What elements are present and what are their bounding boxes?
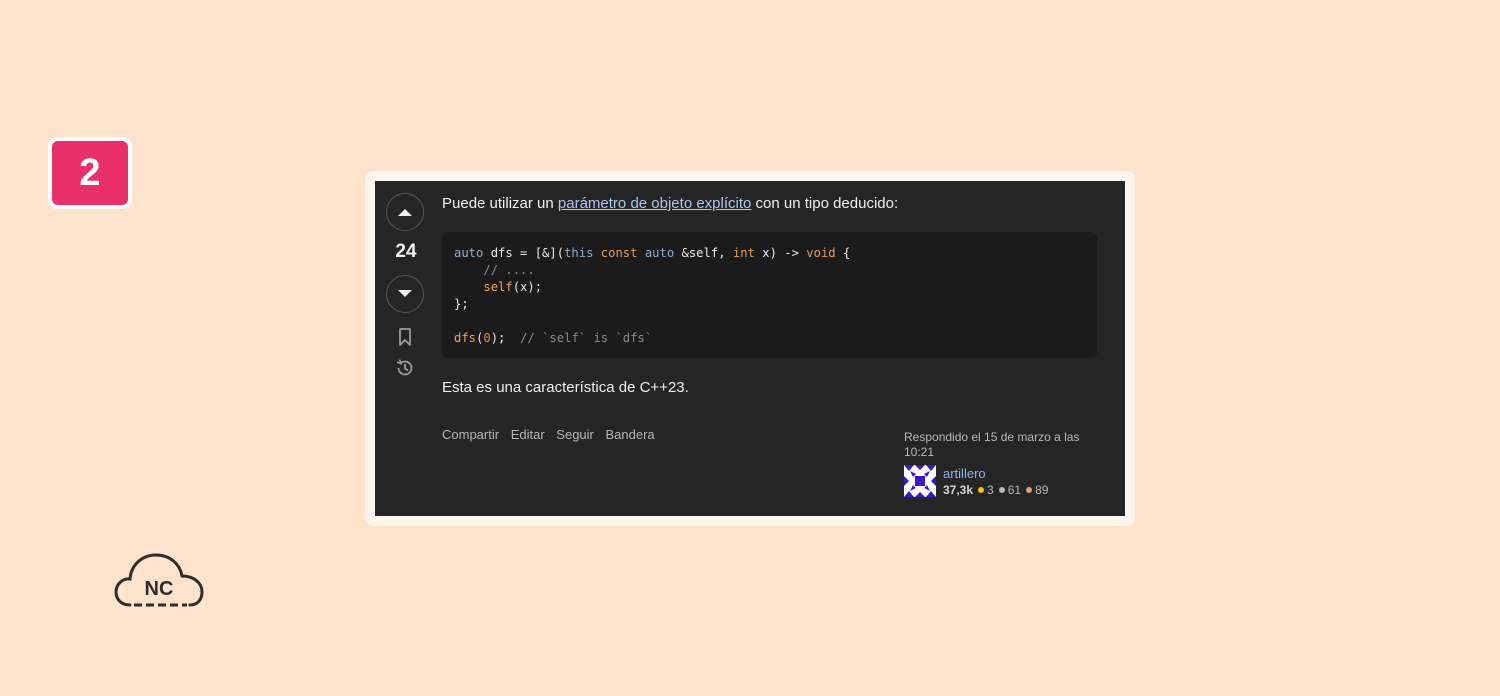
code-token: const bbox=[600, 246, 638, 260]
edit-link[interactable]: Editar bbox=[511, 427, 545, 442]
code-token: { bbox=[835, 246, 851, 260]
code-token: x) -> bbox=[754, 246, 807, 260]
code-token: 0 bbox=[483, 331, 491, 345]
code-token: dfs = [&]( bbox=[483, 246, 565, 260]
explicit-object-parameter-link[interactable]: parámetro de objeto explícito bbox=[558, 195, 751, 212]
history-icon[interactable] bbox=[395, 358, 415, 378]
code-token: dfs bbox=[454, 331, 477, 345]
code-comment: // `self` is `dfs` bbox=[520, 331, 653, 345]
code-token: }; bbox=[454, 297, 469, 311]
intro-suffix: con un tipo deducido: bbox=[751, 195, 899, 212]
code-token: (x); bbox=[512, 280, 543, 294]
bookmark-icon[interactable] bbox=[395, 327, 415, 347]
bronze-badge-count: 89 bbox=[1035, 483, 1049, 497]
follow-link[interactable]: Seguir bbox=[556, 427, 594, 442]
answer-card: 24 Puede utilizar un parámetro de objeto… bbox=[375, 181, 1125, 516]
intro-prefix: Puede utilizar un bbox=[442, 195, 558, 212]
flag-link[interactable]: Bandera bbox=[606, 427, 655, 442]
code-token: &self, bbox=[674, 246, 733, 260]
step-number-badge: 2 bbox=[48, 137, 132, 209]
code-token: int bbox=[732, 246, 755, 260]
silver-badge-count: 61 bbox=[1007, 483, 1022, 497]
screenshot-frame: 24 Puede utilizar un parámetro de objeto… bbox=[365, 171, 1135, 526]
nc-cloud-logo: NC bbox=[114, 553, 204, 607]
answer-intro: Puede utilizar un parámetro de objeto ex… bbox=[442, 195, 898, 212]
code-token: void bbox=[806, 246, 836, 260]
vote-count: 24 bbox=[395, 241, 417, 262]
code-token: ); bbox=[490, 331, 506, 345]
arrow-up-icon bbox=[398, 209, 412, 216]
post-actions: Compartir Editar Seguir Bandera bbox=[442, 427, 663, 442]
user-reputation: 37,3k 3 61 89 bbox=[943, 483, 1048, 497]
downvote-button[interactable] bbox=[386, 275, 424, 313]
bronze-badge-icon bbox=[1026, 487, 1033, 494]
arrow-down-icon bbox=[398, 290, 412, 297]
silver-badge-icon bbox=[998, 487, 1005, 494]
share-link[interactable]: Compartir bbox=[442, 427, 499, 442]
user-name-link[interactable]: artillero bbox=[943, 466, 986, 481]
code-token: auto bbox=[644, 246, 675, 260]
code-comment: // .... bbox=[483, 263, 535, 277]
gold-badge-icon bbox=[978, 487, 985, 494]
gold-badge-count: 3 bbox=[987, 483, 994, 497]
code-token: this bbox=[564, 246, 594, 260]
user-avatar[interactable] bbox=[904, 465, 936, 497]
answer-note: Esta es una característica de C++23. bbox=[442, 379, 689, 396]
code-token: auto bbox=[454, 246, 484, 260]
code-token: self bbox=[483, 280, 513, 294]
logo-text: NC bbox=[145, 578, 174, 600]
upvote-button[interactable] bbox=[386, 193, 424, 231]
answered-timestamp: Respondido el 15 de marzo a las 10:21 bbox=[904, 430, 1080, 459]
code-block: auto dfs = [&](this const auto &self, in… bbox=[442, 232, 1097, 358]
reputation-score: 37,3k bbox=[943, 483, 974, 497]
